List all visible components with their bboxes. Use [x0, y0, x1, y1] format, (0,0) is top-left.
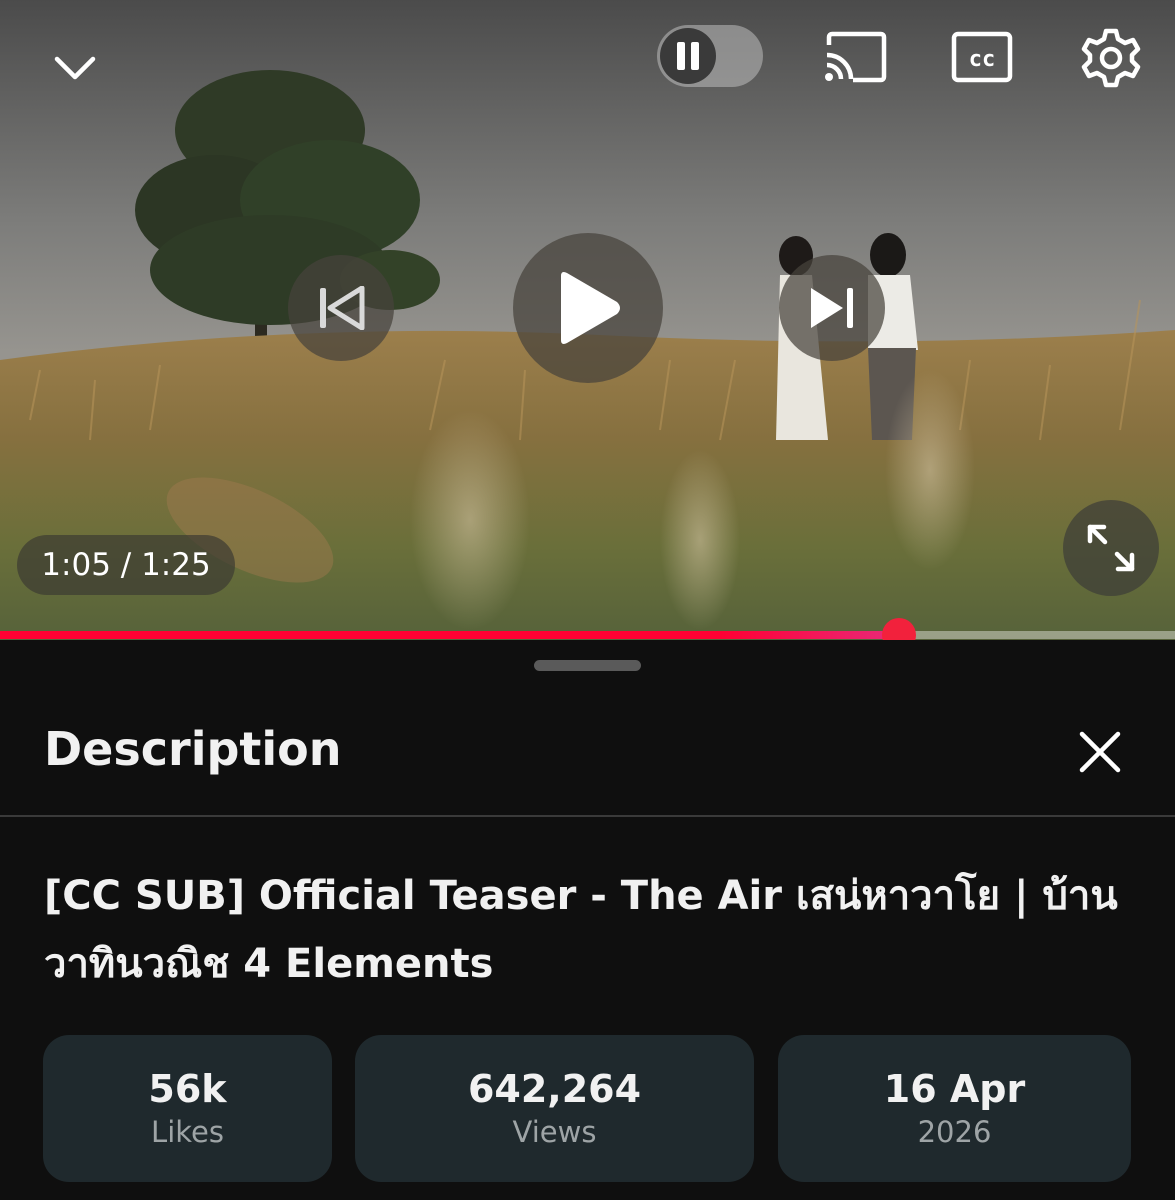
- play-pause-button[interactable]: [513, 233, 663, 383]
- total-duration: 1:25: [141, 547, 211, 583]
- pause-icon: [677, 42, 699, 70]
- gear-icon: [1081, 28, 1141, 88]
- time-display: 1:05 / 1:25: [17, 535, 235, 595]
- skip-previous-icon: [320, 286, 365, 330]
- cast-button[interactable]: [815, 24, 895, 90]
- progress-bar[interactable]: [0, 618, 1175, 640]
- captions-glyph: cc: [969, 47, 996, 72]
- views-stat: 642,264 Views: [355, 1035, 754, 1182]
- description-panel: Description [CC SUB] Official Teaser - T…: [0, 640, 1175, 1200]
- views-label: Views: [512, 1114, 597, 1149]
- likes-count: 56k: [148, 1066, 227, 1111]
- video-title: [CC SUB] Official Teaser - The Air เสน่ห…: [44, 873, 1118, 987]
- upload-date: 16 Apr: [883, 1066, 1026, 1111]
- closed-captions-icon: cc: [951, 31, 1013, 83]
- autoplay-toggle-knob: [660, 28, 716, 84]
- likes-label: Likes: [151, 1114, 224, 1149]
- upload-date-stat: 16 Apr 2026: [778, 1035, 1131, 1182]
- chevron-down-icon: [54, 56, 96, 80]
- play-icon: [561, 272, 620, 344]
- sheet-drag-handle[interactable]: [534, 660, 641, 671]
- expand-icon: [1087, 524, 1135, 572]
- time-separator: /: [110, 547, 142, 583]
- previous-video-button[interactable]: [288, 255, 394, 361]
- header-divider: [0, 815, 1175, 817]
- app-root: cc 1:05 / 1:25 Description [CC SUB] Offi…: [0, 0, 1175, 1200]
- likes-stat: 56k Likes: [43, 1035, 332, 1182]
- next-video-button[interactable]: [779, 255, 885, 361]
- progress-bar-played: [0, 631, 899, 639]
- fullscreen-button[interactable]: [1063, 500, 1159, 596]
- close-description-button[interactable]: [1068, 720, 1132, 784]
- views-count: 642,264: [467, 1066, 642, 1111]
- description-header: Description: [0, 700, 1175, 816]
- cast-icon: [825, 31, 887, 83]
- autoplay-toggle[interactable]: [657, 25, 763, 87]
- current-time: 1:05: [41, 547, 111, 583]
- video-player[interactable]: cc 1:05 / 1:25: [0, 0, 1175, 640]
- settings-button[interactable]: [1075, 22, 1147, 94]
- close-icon: [1079, 731, 1121, 773]
- description-heading: Description: [44, 722, 342, 776]
- upload-year: 2026: [917, 1114, 992, 1149]
- skip-next-icon: [811, 288, 853, 328]
- captions-button[interactable]: cc: [945, 24, 1019, 90]
- collapse-player-button[interactable]: [40, 36, 110, 100]
